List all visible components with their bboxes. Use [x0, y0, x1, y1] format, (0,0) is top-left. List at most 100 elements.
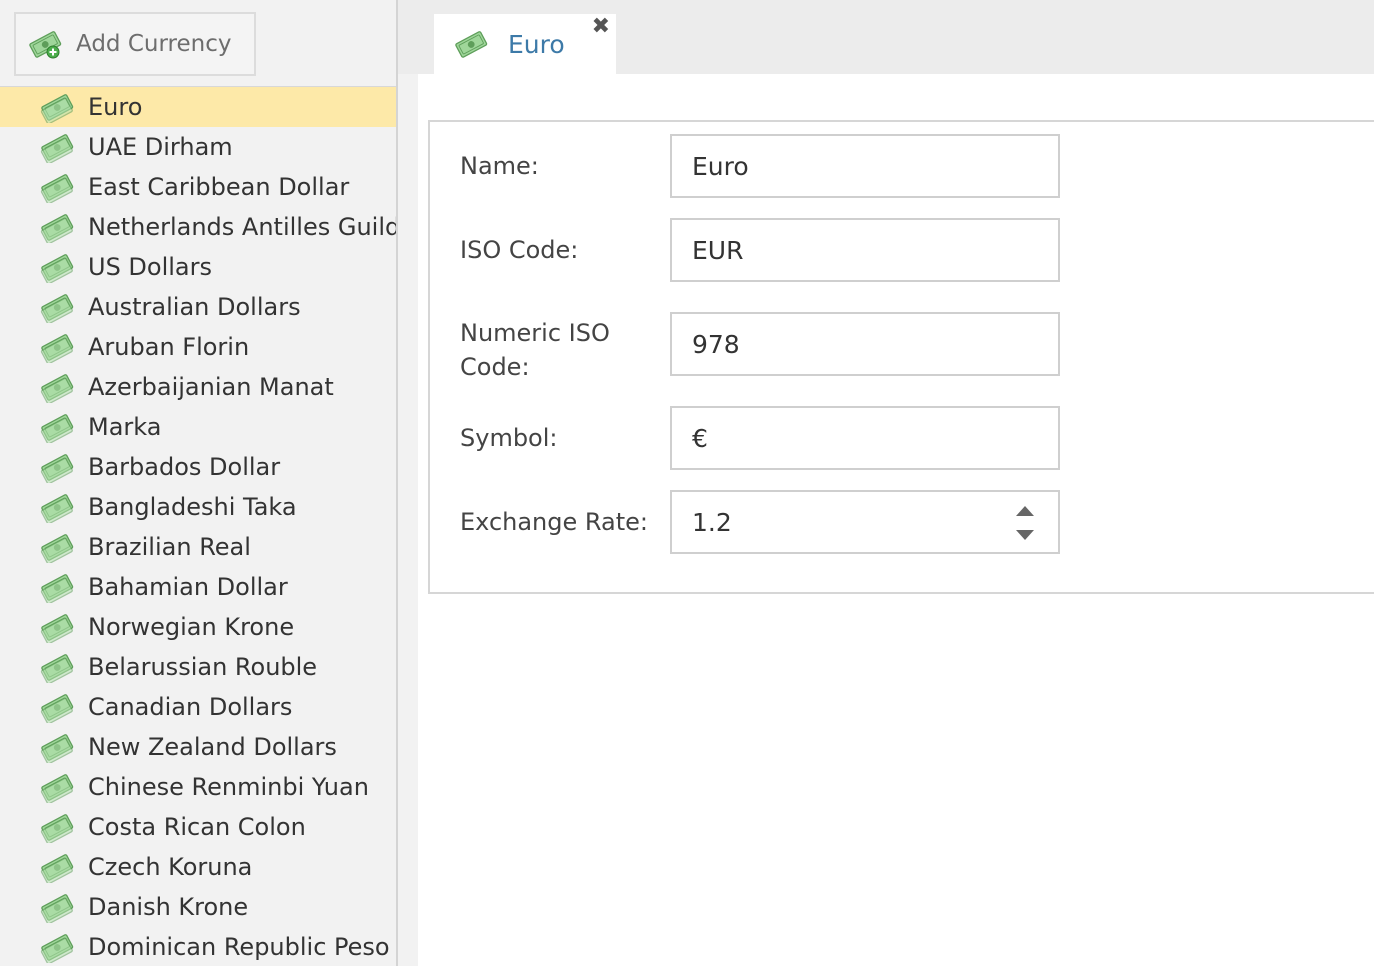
add-currency-label: Add Currency: [76, 31, 232, 57]
list-item[interactable]: Azerbaijanian Manat: [0, 367, 396, 407]
currency-name: New Zealand Dollars: [88, 733, 337, 761]
money-bill-icon: [40, 131, 74, 165]
currency-name: Danish Krone: [88, 893, 249, 921]
currency-name: Chinese Renminbi Yuan: [88, 773, 369, 801]
currency-name: Czech Koruna: [88, 853, 253, 881]
list-item[interactable]: Australian Dollars: [0, 287, 396, 327]
list-item[interactable]: US Dollars: [0, 247, 396, 287]
money-bill-icon: [40, 91, 74, 125]
money-bill-icon: [40, 411, 74, 445]
currency-name: Barbados Dollar: [88, 453, 281, 481]
money-bill-icon: [40, 211, 74, 245]
currency-name: Euro: [88, 93, 143, 121]
exchange-rate-spinner: [1014, 504, 1036, 542]
list-item[interactable]: Czech Koruna: [0, 847, 396, 887]
panel-gutter: [398, 74, 418, 966]
money-bill-icon: [40, 291, 74, 325]
exchange-rate-field[interactable]: 1.2: [670, 490, 1060, 554]
main-panel: Euro ✖ Name: Euro ISO Code: EUR Numeric …: [398, 0, 1374, 966]
money-bill-icon: [40, 451, 74, 485]
tab-bar: Euro ✖: [398, 0, 1374, 74]
money-bill-icon: [40, 931, 74, 965]
currency-name: Costa Rican Colon: [88, 813, 306, 841]
list-item[interactable]: Norwegian Krone: [0, 607, 396, 647]
list-item[interactable]: Canadian Dollars: [0, 687, 396, 727]
currency-name: Brazilian Real: [88, 533, 251, 561]
money-bill-icon: [40, 731, 74, 765]
symbol-row: Symbol: €: [460, 406, 1080, 470]
name-field[interactable]: Euro: [670, 134, 1060, 198]
currency-name: Australian Dollars: [88, 293, 301, 321]
money-bill-add-icon: [28, 28, 62, 60]
list-item[interactable]: Costa Rican Colon: [0, 807, 396, 847]
currency-name: UAE Dirham: [88, 133, 233, 161]
list-item[interactable]: New Zealand Dollars: [0, 727, 396, 767]
list-item[interactable]: Netherlands Antilles Guild: [0, 207, 396, 247]
tab-euro[interactable]: Euro ✖: [434, 14, 616, 74]
money-bill-icon: [40, 371, 74, 405]
currency-name: Bangladeshi Taka: [88, 493, 297, 521]
currency-name: Aruban Florin: [88, 333, 250, 361]
list-item[interactable]: Brazilian Real: [0, 527, 396, 567]
name-row: Name: Euro: [460, 134, 1080, 198]
list-item[interactable]: Dominican Republic Peso: [0, 927, 396, 966]
caret-up-icon[interactable]: [1016, 506, 1034, 516]
list-item[interactable]: UAE Dirham: [0, 127, 396, 167]
symbol-label: Symbol:: [460, 424, 558, 452]
money-bill-icon: [40, 611, 74, 645]
list-item[interactable]: Bangladeshi Taka: [0, 487, 396, 527]
money-bill-icon: [40, 171, 74, 205]
list-item[interactable]: Barbados Dollar: [0, 447, 396, 487]
list-item[interactable]: East Caribbean Dollar: [0, 167, 396, 207]
currency-name: East Caribbean Dollar: [88, 173, 350, 201]
currency-name: Belarussian Rouble: [88, 653, 318, 681]
money-bill-icon: [40, 571, 74, 605]
exchange-rate-label: Exchange Rate:: [460, 508, 649, 536]
money-bill-icon: [40, 811, 74, 845]
list-item[interactable]: Bahamian Dollar: [0, 567, 396, 607]
exchange-rate-row: Exchange Rate: 1.2: [460, 490, 1080, 554]
exchange-rate-value: 1.2: [692, 507, 732, 537]
caret-down-icon[interactable]: [1016, 530, 1034, 540]
list-item[interactable]: Euro: [0, 87, 396, 127]
add-currency-button[interactable]: Add Currency: [14, 12, 256, 76]
money-bill-icon: [40, 771, 74, 805]
list-item[interactable]: Danish Krone: [0, 887, 396, 927]
numeric-iso-label: Numeric ISO Code:: [460, 316, 660, 384]
name-label: Name:: [460, 152, 539, 180]
numeric-iso-label-line1: Numeric ISO: [460, 319, 610, 347]
numeric-iso-field[interactable]: 978: [670, 312, 1060, 376]
sidebar-toolbar: Add Currency: [0, 0, 396, 87]
money-bill-icon: [40, 851, 74, 885]
list-item[interactable]: Marka: [0, 407, 396, 447]
iso-code-row: ISO Code: EUR: [460, 218, 1080, 282]
numeric-iso-row: Numeric ISO Code: 978: [460, 312, 1080, 384]
iso-code-label: ISO Code:: [460, 236, 579, 264]
symbol-field[interactable]: €: [670, 406, 1060, 470]
list-item[interactable]: Belarussian Rouble: [0, 647, 396, 687]
currency-name: Bahamian Dollar: [88, 573, 288, 601]
list-item[interactable]: Aruban Florin: [0, 327, 396, 367]
money-bill-icon: [40, 491, 74, 525]
money-bill-icon: [40, 531, 74, 565]
currency-form: Name: Euro ISO Code: EUR Numeric ISO Cod…: [428, 120, 1374, 594]
money-bill-icon: [40, 691, 74, 725]
money-bill-icon: [40, 331, 74, 365]
close-icon[interactable]: ✖: [592, 16, 610, 38]
currency-name: Dominican Republic Peso: [88, 933, 390, 961]
currency-name: Netherlands Antilles Guild: [88, 213, 398, 241]
currency-name: US Dollars: [88, 253, 213, 281]
iso-code-field[interactable]: EUR: [670, 218, 1060, 282]
currency-name: Azerbaijanian Manat: [88, 373, 334, 401]
currency-sidebar: Add Currency Euro UAE Dirham East Caribb…: [0, 0, 398, 966]
currency-name: Canadian Dollars: [88, 693, 293, 721]
money-bill-icon: [40, 651, 74, 685]
list-item[interactable]: Chinese Renminbi Yuan: [0, 767, 396, 807]
currency-list: Euro UAE Dirham East Caribbean Dollar Ne…: [0, 87, 396, 966]
money-bill-icon: [40, 251, 74, 285]
currency-name: Norwegian Krone: [88, 613, 295, 641]
currency-name: Marka: [88, 413, 162, 441]
money-bill-icon: [40, 891, 74, 925]
numeric-iso-label-line2: Code:: [460, 353, 530, 381]
tab-label: Euro: [508, 29, 565, 59]
